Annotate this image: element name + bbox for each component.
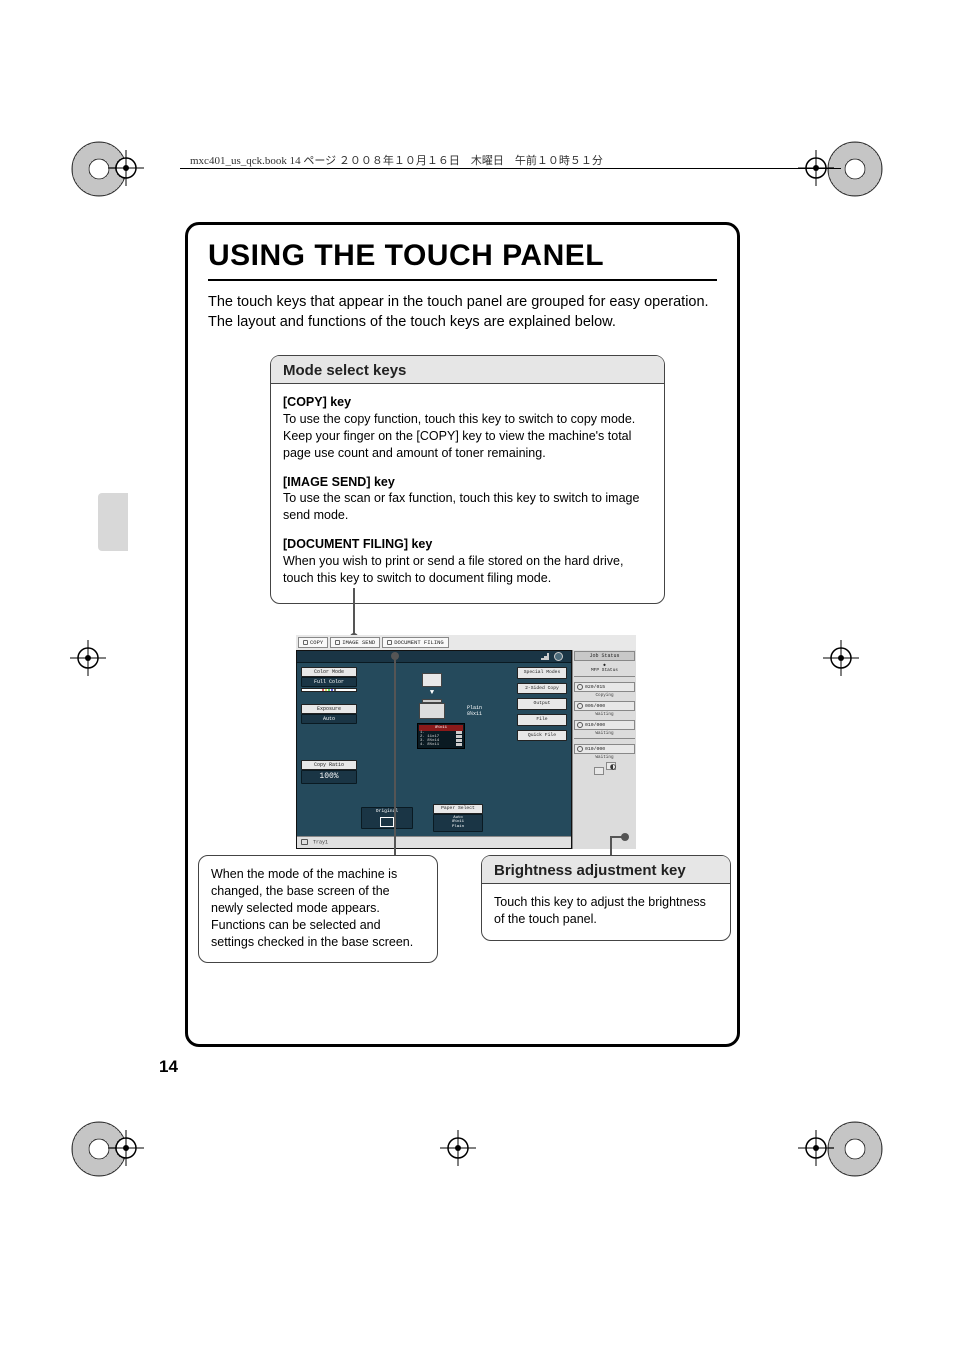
full-color-value: Full Color bbox=[301, 677, 357, 687]
job-row: 010/000Waiting bbox=[574, 720, 635, 736]
output-button[interactable]: Output bbox=[517, 698, 567, 710]
crosshair-icon bbox=[70, 640, 106, 676]
mode-select-callout: Mode select keys [COPY] key To use the c… bbox=[270, 355, 665, 604]
tray-icon bbox=[301, 839, 308, 845]
panel-center: ▼ bbox=[387, 673, 477, 725]
crosshair-icon bbox=[108, 150, 144, 186]
tab-doc-filing-label: DOCUMENT FILING bbox=[394, 639, 444, 646]
intro-text: The touch keys that appear in the touch … bbox=[208, 293, 717, 332]
tab-image-send[interactable]: IMAGE SEND bbox=[330, 637, 380, 648]
filing-icon bbox=[387, 640, 392, 645]
tab-document-filing[interactable]: DOCUMENT FILING bbox=[382, 637, 449, 648]
header-rule bbox=[180, 168, 841, 169]
base-screen-callout: When the mode of the machine is changed,… bbox=[198, 855, 438, 963]
connector-dot bbox=[621, 833, 629, 841]
crosshair-icon bbox=[108, 1130, 144, 1166]
special-modes-button[interactable]: Special Modes bbox=[517, 667, 567, 679]
job-row: 005/000Waiting bbox=[574, 701, 635, 717]
page-title: USING THE TOUCH PANEL bbox=[208, 235, 717, 279]
connector-line bbox=[353, 588, 355, 636]
mode-select-heading: Mode select keys bbox=[271, 356, 664, 384]
doc-filing-key-name: [DOCUMENT FILING] key bbox=[283, 537, 432, 551]
brightness-icon[interactable] bbox=[608, 763, 616, 771]
copy-ratio-button[interactable]: Copy Ratio bbox=[301, 760, 357, 770]
page-number: 14 bbox=[159, 1057, 178, 1077]
connector-line bbox=[610, 836, 612, 855]
mfp-icon bbox=[417, 699, 447, 723]
job-icon bbox=[577, 684, 583, 690]
copy-key-desc: To use the copy function, touch this key… bbox=[283, 412, 635, 460]
panel-topbar bbox=[297, 651, 571, 663]
exposure-button[interactable]: Exposure bbox=[301, 704, 357, 714]
job-icon bbox=[577, 746, 583, 752]
job-icon bbox=[577, 722, 583, 728]
file-button[interactable]: File bbox=[517, 714, 567, 726]
quick-file-button[interactable]: Quick File bbox=[517, 730, 567, 742]
tray-bar: Tray1 bbox=[297, 836, 571, 848]
brightness-desc: Touch this key to adjust the brightness … bbox=[482, 884, 730, 940]
copy-ratio-value: 100% bbox=[301, 770, 357, 784]
tab-image-send-label: IMAGE SEND bbox=[342, 639, 375, 646]
send-icon bbox=[335, 640, 340, 645]
title-rule bbox=[208, 279, 717, 281]
job-icon bbox=[577, 703, 583, 709]
copy-key-name: [COPY] key bbox=[283, 395, 351, 409]
exposure-auto: Auto bbox=[301, 714, 357, 724]
tab-copy-label: COPY bbox=[310, 639, 323, 646]
side-tab bbox=[98, 493, 128, 551]
page-frame: USING THE TOUCH PANEL The touch keys tha… bbox=[185, 222, 740, 1047]
mfp-status-label: ◆MFP Status bbox=[574, 661, 635, 674]
print-header: mxc401_us_qck.book 14 ページ ２００８年１０月１６日 木曜… bbox=[190, 152, 603, 168]
signal-icon bbox=[541, 653, 549, 660]
tab-copy[interactable]: COPY bbox=[298, 637, 328, 648]
crosshair-icon bbox=[440, 1130, 476, 1166]
paper-label: Plain 8½x11 bbox=[467, 705, 482, 717]
connector-line bbox=[394, 655, 396, 855]
reg-mark bbox=[826, 140, 884, 198]
reg-mark bbox=[826, 1120, 884, 1178]
status-icon bbox=[554, 652, 563, 661]
color-dots bbox=[301, 688, 357, 692]
base-screen-text-1: When the mode of the machine is changed,… bbox=[211, 867, 397, 915]
base-screen-text-2: Functions can be selected and settings c… bbox=[211, 918, 413, 949]
brightness-callout: Brightness adjustment key Touch this key… bbox=[481, 855, 731, 941]
job-row: 020/015Copying bbox=[574, 682, 635, 698]
document-icon bbox=[422, 673, 442, 687]
brightness-heading: Brightness adjustment key bbox=[482, 856, 730, 884]
job-status-panel: Job Status ◆MFP Status 020/015Copying 00… bbox=[572, 650, 636, 849]
job-status-header[interactable]: Job Status bbox=[574, 651, 635, 661]
paper-select-button[interactable]: Paper Select Auto 8½x11 Plain bbox=[433, 804, 483, 832]
tray-indicator: 8½x11 1. 2. 11x17 3. 8½x14 4. 8½x11 bbox=[417, 723, 465, 749]
copy-icon bbox=[303, 640, 308, 645]
touch-panel-illustration: COPY IMAGE SEND DOCUMENT FILING Color Mo… bbox=[296, 635, 636, 848]
connector-dot bbox=[391, 652, 399, 660]
job-row: 010/000Waiting bbox=[574, 744, 635, 760]
original-button[interactable]: Original bbox=[361, 807, 413, 829]
crosshair-icon bbox=[823, 640, 859, 676]
image-send-key-desc: To use the scan or fax function, touch t… bbox=[283, 491, 639, 522]
job-scroll[interactable] bbox=[574, 760, 635, 777]
color-mode-button[interactable]: Color Mode bbox=[301, 667, 357, 677]
image-send-key-name: [IMAGE SEND] key bbox=[283, 475, 395, 489]
doc-filing-key-desc: When you wish to print or send a file st… bbox=[283, 554, 623, 585]
two-sided-button[interactable]: 2-Sided Copy bbox=[517, 683, 567, 695]
